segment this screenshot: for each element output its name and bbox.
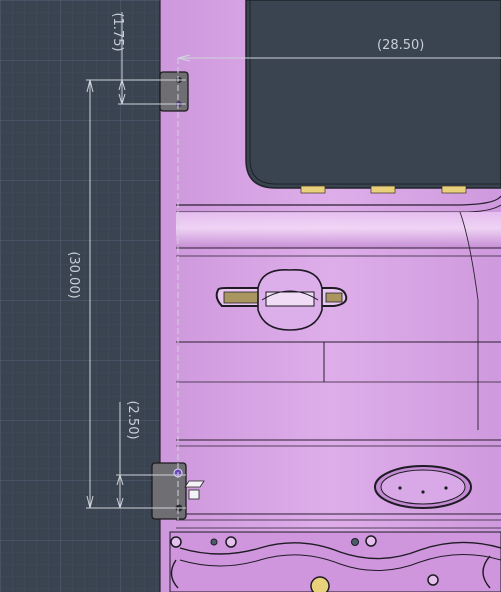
dimension-label-main-vertical[interactable]: (30.00) [66,251,81,298]
lower-hinge-bracket[interactable] [151,462,187,520]
fastener [210,538,218,546]
fastener [427,574,439,586]
cad-canvas[interactable]: (28.50) (1.75) (30.00) (2.50) [0,0,501,592]
fastener [310,576,330,592]
upper-hinge-bracket[interactable] [159,71,189,112]
window-tab [370,185,396,194]
cad-viewport[interactable]: (28.50) (1.75) (30.00) (2.50) [0,0,501,592]
dimension-label-top-vertical[interactable]: (1.75) [110,12,125,51]
window-tab [441,185,467,194]
dimension-label-bottom-vertical[interactable]: (2.50) [125,400,140,439]
oval-emblem[interactable] [374,465,472,509]
window-tab [300,185,326,194]
dimension-label-top-horizontal[interactable]: (28.50) [377,38,424,53]
fastener [365,535,377,547]
fastener [351,538,359,546]
fastener [225,536,237,548]
fastener [170,536,182,548]
